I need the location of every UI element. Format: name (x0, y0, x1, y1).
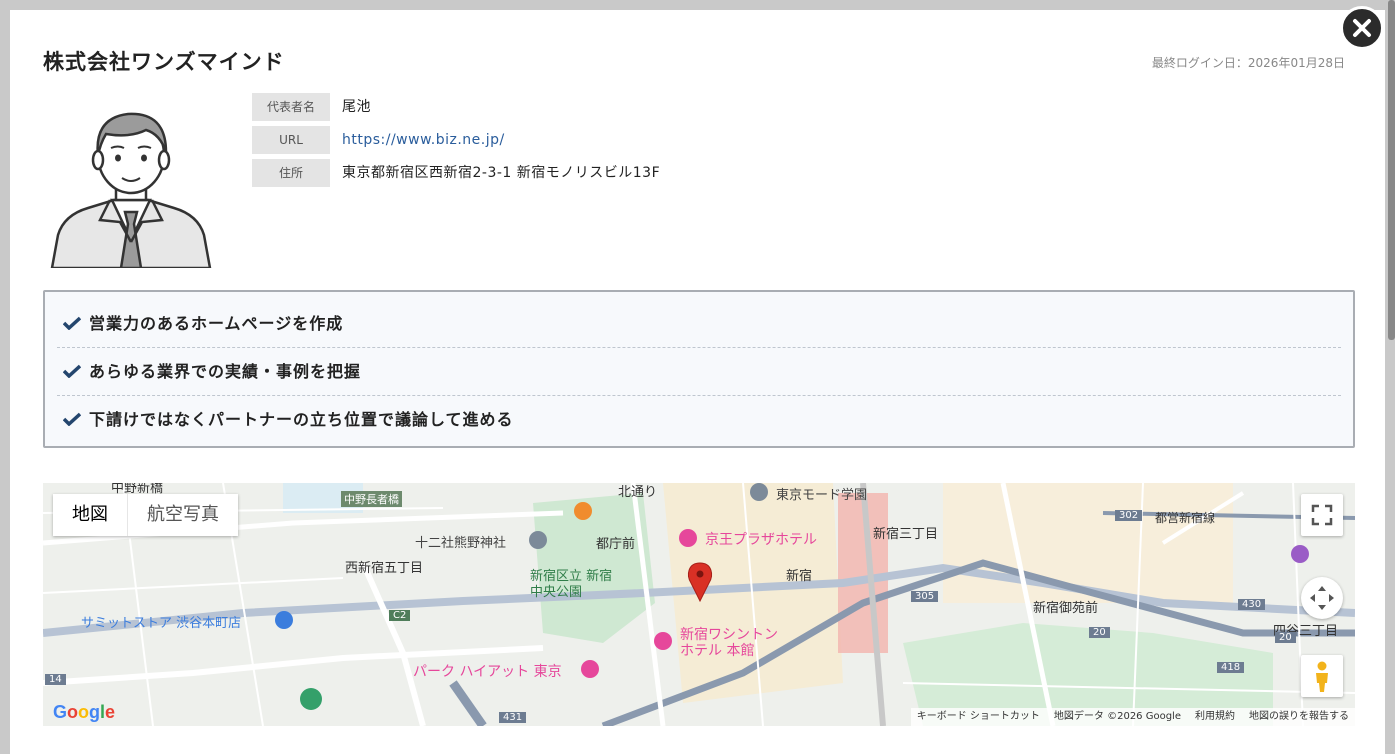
company-title: 株式会社ワンズマインド (43, 50, 285, 74)
map-label: パーク ハイアット 東京 (413, 664, 562, 680)
map-label: 新宿ワシントン ホテル 本館 (680, 627, 778, 659)
map-data-text: 地図データ ©2026 Google (1053, 711, 1181, 722)
feature-item: 営業力のあるホームページを作成 (57, 300, 1341, 348)
route-shield: 302 (1115, 510, 1143, 521)
map-label: 新宿区立 新宿 中央公園 (530, 569, 613, 600)
map-label: 都営新宿線 (1155, 511, 1216, 525)
map-type-control: 地図 航空写真 (53, 494, 238, 536)
google-map[interactable]: 地図 航空写真 中野新橋 中野長者橋 北通り 東京モード学園 十二社熊野神社 都… (43, 483, 1355, 726)
fullscreen-button[interactable] (1301, 494, 1343, 536)
close-button[interactable] (1340, 6, 1384, 50)
map-label: サミットストア 渋谷本町店 (81, 616, 242, 631)
map-label: 東京モード学園 (776, 488, 868, 503)
map-label: 新宿 (786, 569, 813, 584)
representative-label: 代表者名 (252, 93, 330, 121)
terms-link[interactable]: 利用規約 (1195, 708, 1235, 726)
move-icon (1310, 586, 1334, 610)
website-link[interactable]: https://www.biz.ne.jp/ (342, 126, 505, 154)
feature-text: 下請けではなくパートナーの立ち位置で議論して進める (89, 410, 514, 429)
route-shield: C2 (389, 610, 411, 621)
check-icon (63, 316, 81, 330)
google-logo[interactable]: Google (53, 702, 115, 723)
map-label: 北通り (618, 485, 658, 500)
map-label: 新宿御苑前 (1033, 601, 1099, 616)
map-label: 西新宿五丁目 (345, 561, 424, 576)
last-login-date: 最終ログイン日：2026年01月28日 (1151, 56, 1345, 70)
pegman-icon (1316, 661, 1328, 692)
address-value: 東京都新宿区西新宿2-3-1 新宿モノリスビル13F (342, 165, 661, 181)
route-shield: 20 (1089, 627, 1110, 638)
feature-text: あらゆる業界での実績・事例を把握 (89, 362, 362, 381)
person-icon (50, 112, 212, 270)
address-label: 住所 (252, 159, 330, 187)
company-detail-modal: 株式会社ワンズマインド 最終ログイン日：2026年01月28日 代表者名 尾池 … (10, 10, 1385, 754)
scrollbar[interactable] (1388, 0, 1395, 340)
map-label: 十二社熊野神社 (415, 536, 507, 551)
route-shield: 418 (1217, 662, 1245, 673)
route-shield: 305 (911, 591, 939, 602)
map-type-satellite-button[interactable]: 航空写真 (128, 494, 238, 536)
route-shield: 430 (1238, 599, 1266, 610)
check-icon (63, 364, 81, 378)
feature-item: 下請けではなくパートナーの立ち位置で議論して進める (57, 396, 1341, 443)
representative-value: 尾池 (342, 99, 371, 115)
map-label: 都庁前 (596, 537, 636, 552)
report-error-link[interactable]: 地図の誤りを報告する (1249, 708, 1349, 726)
map-label: 中野長者橋 (341, 491, 402, 507)
street-view-button[interactable] (1301, 655, 1343, 697)
url-label: URL (252, 126, 330, 154)
check-icon (63, 412, 81, 426)
map-attribution: キーボード ショートカット 地図データ ©2026 Google 利用規約 地図… (910, 708, 1355, 726)
avatar (48, 100, 214, 270)
route-shield: 431 (499, 712, 527, 723)
feature-list: 営業力のあるホームページを作成 あらゆる業界での実績・事例を把握 下請けではなく… (43, 290, 1355, 448)
route-shield: 14 (45, 674, 66, 685)
map-label: 新宿三丁目 (873, 527, 939, 542)
map-label: 京王プラザホテル (705, 532, 817, 548)
feature-item: あらゆる業界での実績・事例を把握 (57, 348, 1341, 396)
map-type-map-button[interactable]: 地図 (53, 494, 128, 536)
close-icon (1353, 19, 1371, 37)
fullscreen-icon (1311, 504, 1333, 526)
camera-control-button[interactable] (1301, 577, 1343, 619)
keyboard-shortcuts-link[interactable]: キーボード ショートカット (917, 708, 1040, 726)
feature-text: 営業力のあるホームページを作成 (89, 314, 344, 333)
route-shield: 20 (1275, 632, 1296, 643)
